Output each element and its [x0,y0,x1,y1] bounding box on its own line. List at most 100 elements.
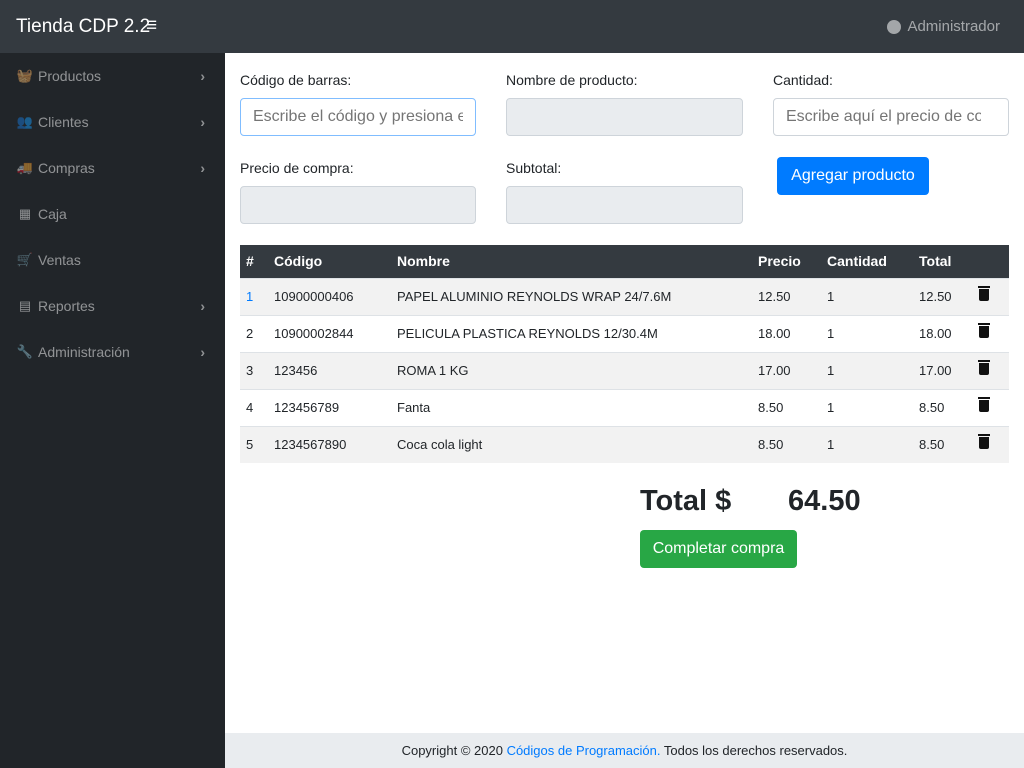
table-cell: 8.50 [752,388,821,426]
table-cell: Fanta [391,388,752,426]
sidebar-icon: 🧺 [16,68,34,83]
table-cell: 18.00 [913,314,973,352]
products-table: # Código Nombre Precio Cantidad Total 1 109000… [240,245,1009,463]
brand[interactable]: Tienda CDP 2.2 [16,16,150,38]
user-circle-icon [887,19,902,34]
sidebar-item-caja[interactable]: ▦ Caja [0,191,225,237]
quantity-input[interactable] [773,98,1009,136]
footer-copyright: Copyright © 2020 [401,743,507,758]
column-header: Total [913,245,973,278]
chevron-right-icon: › [200,298,205,314]
sidebar-item-clientes[interactable]: 👥 Clientes › [0,99,225,145]
sidebar-icon: ▤ [18,298,32,313]
total-value: 64.50 [788,485,861,517]
barcode-input[interactable] [240,98,476,136]
sidebar-item-ventas[interactable]: 🛒 Ventas [0,237,225,283]
product-name-label: Nombre de producto: [506,72,638,88]
chevron-right-icon: › [200,114,205,130]
chevron-right-icon: › [200,344,205,360]
table-cell: 12.50 [913,277,973,315]
sidebar-item-label: Productos [38,68,102,84]
table-cell: Coca cola light [391,425,752,463]
table-cell: 17.00 [752,351,821,389]
row-actions [973,388,1009,426]
column-header: Nombre [391,245,752,278]
sidebar-icon: 🔧 [16,344,34,359]
user-name: Administrador [907,18,1000,35]
table-cell: 1 [240,277,268,315]
sidebar-item-label: Clientes [38,114,89,130]
table-cell: 10900000406 [268,277,391,315]
table-cell: 1 [821,314,913,352]
sidebar-item-administracion[interactable]: 🔧 Administración › [0,329,225,375]
trash-icon[interactable] [978,434,990,450]
trash-icon[interactable] [978,323,990,338]
table-cell: 10900002844 [268,314,391,352]
table-cell: 8.50 [913,425,973,463]
subtotal-input[interactable] [506,186,743,224]
purchase-price-input[interactable] [240,186,476,224]
chevron-right-icon: › [200,160,205,176]
table-cell: 4 [240,388,268,426]
table-cell: 123456 [268,351,391,389]
sidebar-item-label: Administración [38,344,130,360]
row-actions [973,425,1009,463]
chevron-right-icon: › [200,68,205,84]
column-header-actions [973,245,1009,278]
column-header: Código [268,245,391,278]
table-cell: 123456789 [268,388,391,426]
column-header: Precio [752,245,821,278]
barcode-label: Código de barras: [240,72,352,88]
table-cell: 1 [821,351,913,389]
complete-purchase-button[interactable]: Completar compra [640,530,797,568]
sidebar-item-label: Compras [38,160,95,176]
row-actions [973,351,1009,389]
trash-icon[interactable] [978,286,990,301]
sidebar-icon: 🚚 [16,160,34,175]
table-cell: 12.50 [752,277,821,315]
table-cell: 1234567890 [268,425,391,463]
top-navbar: Tienda CDP 2.2 ≡ Administrador [0,0,1024,53]
total-label: Total $ [640,485,732,517]
table-row: 4 123456789 Fanta 8.50 1 8.50 [240,388,1009,426]
column-header: Cantidad [821,245,913,278]
product-name-input[interactable] [506,98,743,136]
menu-toggle-icon[interactable]: ≡ [146,15,157,37]
sidebar-item-label: Reportes [38,298,95,314]
sidebar-icon: 🛒 [16,252,34,267]
table-cell: PELICULA PLASTICA REYNOLDS 12/30.4M [391,314,752,352]
sidebar-item-reportes[interactable]: ▤ Reportes › [0,283,225,329]
table-cell: 17.00 [913,351,973,389]
sidebar: 🧺 Productos › 👥 Clientes › 🚚 Compras › ▦ Caja 🛒 Vent… [0,53,225,768]
purchase-price-label: Precio de compra: [240,160,354,176]
footer-rights: Todos los derechos reservados. [660,743,848,758]
trash-icon[interactable] [978,360,990,375]
table-row: 5 1234567890 Coca cola light 8.50 1 8.50 [240,425,1009,463]
main-content: Código de barras: Nombre de producto: Ca… [225,53,1024,733]
sidebar-item-compras[interactable]: 🚚 Compras › [0,145,225,191]
table-cell: 1 [821,277,913,315]
table-cell: 18.00 [752,314,821,352]
user-menu[interactable]: Administrador [887,18,1000,35]
sidebar-icon: 👥 [16,114,34,129]
table-row: 1 10900000406 PAPEL ALUMINIO REYNOLDS WRAP… [240,277,1009,315]
table-row: 2 10900002844 PELICULA PLASTICA REYNOLDS 1… [240,314,1009,352]
table-cell: 1 [821,425,913,463]
table-cell: 1 [821,388,913,426]
sidebar-icon: ▦ [18,206,32,221]
footer: Copyright © 2020 Códigos de Programación… [225,733,1024,768]
sidebar-item-productos[interactable]: 🧺 Productos › [0,53,225,99]
footer-link[interactable]: Códigos de Programación. [507,743,661,758]
table-cell: 5 [240,425,268,463]
subtotal-label: Subtotal: [506,160,562,176]
row-actions [973,277,1009,315]
table-cell: 8.50 [913,388,973,426]
sidebar-item-label: Caja [38,206,67,222]
table-row: 3 123456 ROMA 1 KG 17.00 1 17.00 [240,351,1009,389]
trash-icon[interactable] [978,397,990,412]
table-cell: PAPEL ALUMINIO REYNOLDS WRAP 24/7.6M [391,277,752,315]
table-cell: 8.50 [752,425,821,463]
sidebar-item-label: Ventas [38,252,81,268]
add-product-button[interactable]: Agregar producto [777,157,929,195]
quantity-label: Cantidad: [773,72,833,88]
